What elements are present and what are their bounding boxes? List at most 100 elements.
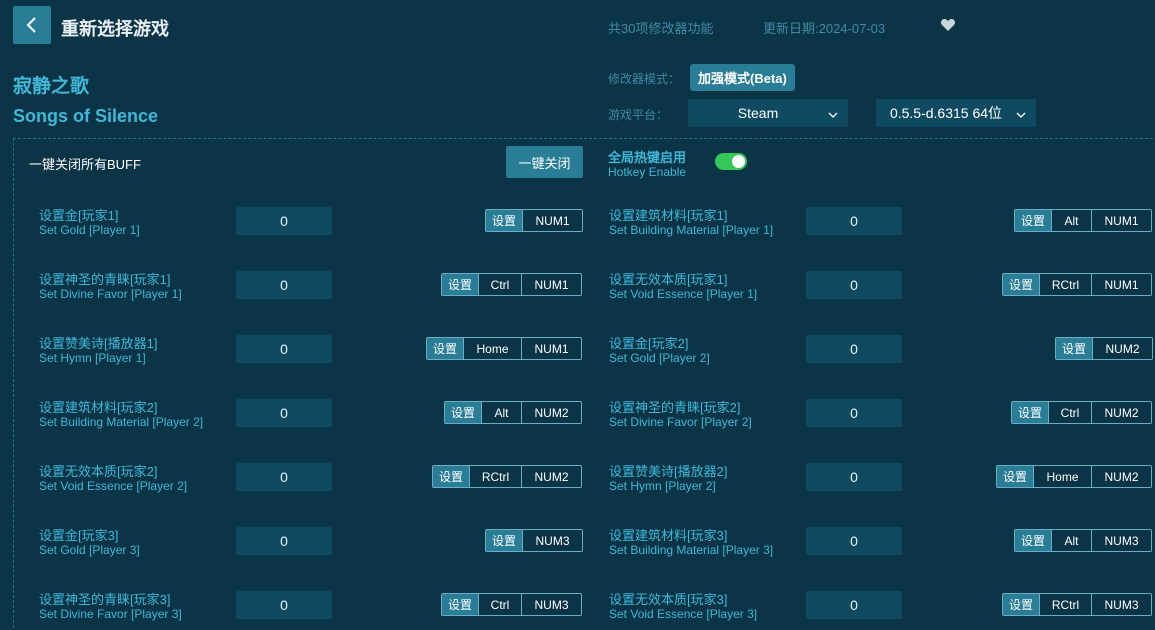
hotkey-key[interactable]: NUM1 — [521, 274, 582, 295]
hotkey-key[interactable]: NUM3 — [1091, 530, 1152, 551]
cheat-label-cn: 设置建筑材料[玩家2] — [39, 400, 158, 415]
cheat-label-en: Set Hymn [Player 2] — [609, 479, 716, 493]
value-input[interactable] — [236, 527, 332, 555]
platform-value: Steam — [737, 105, 779, 121]
hotkey-key[interactable]: NUM2 — [521, 466, 582, 487]
hotkey-group: 设置 RCtrl NUM1 — [1002, 273, 1153, 296]
cheat-row: 设置无效本质[玩家2]Set Void Essence [Player 2] 设置… — [39, 461, 584, 501]
cheat-label-cn: 设置神圣的青睐[玩家2] — [609, 400, 741, 415]
set-hotkey-button[interactable]: 设置 — [1015, 530, 1052, 551]
cheat-row: 设置神圣的青睐[玩家1]Set Divine Favor [Player 1] 设… — [39, 269, 584, 309]
value-input[interactable] — [236, 335, 332, 363]
value-input[interactable] — [236, 399, 332, 427]
hotkey-group: 设置 Alt NUM1 — [1014, 209, 1153, 232]
hotkey-key[interactable]: Home — [1033, 466, 1092, 487]
platform-select[interactable]: Steam — [688, 99, 848, 127]
chevron-down-icon — [828, 112, 838, 118]
hotkey-key[interactable]: Ctrl — [1048, 402, 1092, 423]
hotkey-group: 设置 NUM3 — [485, 529, 584, 552]
value-input[interactable] — [236, 591, 332, 619]
set-hotkey-button[interactable]: 设置 — [427, 338, 464, 359]
value-input[interactable] — [806, 399, 902, 427]
cheat-row: 设置神圣的青睐[玩家2]Set Divine Favor [Player 2] 设… — [609, 397, 1154, 437]
cheat-row: 设置金[玩家3]Set Gold [Player 3] 设置NUM3 — [39, 525, 584, 565]
hotkey-key[interactable]: NUM2 — [1092, 338, 1153, 359]
hotkey-toggle[interactable] — [715, 153, 747, 170]
hotkey-key[interactable]: RCtrl — [1039, 594, 1092, 615]
version-select[interactable]: 0.5.5-d.6315 64位 — [876, 99, 1036, 127]
value-input[interactable] — [806, 207, 902, 235]
cheat-label-en: Set Building Material [Player 2] — [39, 415, 204, 429]
hotkey-group: 设置 Ctrl NUM1 — [441, 273, 583, 296]
value-input[interactable] — [806, 463, 902, 491]
cheat-row: 设置金[玩家2]Set Gold [Player 2] 设置NUM2 — [609, 333, 1154, 373]
page-title: 重新选择游戏 — [61, 19, 169, 39]
hotkey-group: 设置 Ctrl NUM2 — [1011, 401, 1153, 424]
hotkey-key[interactable]: NUM2 — [1091, 466, 1152, 487]
hotkey-group: 设置 NUM1 — [485, 209, 584, 232]
cheat-label-en: Set Divine Favor [Player 3] — [39, 607, 182, 621]
hotkey-key[interactable]: NUM2 — [1091, 402, 1152, 423]
cheat-row: 设置建筑材料[玩家3] Set Building Material [Player… — [609, 525, 1154, 565]
cheat-label-cn: 设置无效本质[玩家2] — [39, 464, 158, 479]
set-hotkey-button[interactable]: 设置 — [1015, 210, 1052, 231]
chevron-left-icon — [26, 17, 36, 33]
hotkey-group: 设置 Home NUM2 — [996, 465, 1153, 488]
cheat-row: 设置金[玩家1]Set Gold [Player 1] 设置NUM1 — [39, 205, 584, 245]
hotkey-key[interactable]: Ctrl — [478, 274, 522, 295]
hotkey-key[interactable]: RCtrl — [469, 466, 522, 487]
cheat-row: 设置无效本质[玩家3]Set Void Essence [Player 3] 设置… — [609, 589, 1154, 629]
cheat-label-cn: 设置赞美诗[播放器2] — [609, 464, 728, 479]
value-input[interactable] — [806, 591, 902, 619]
hotkey-key[interactable]: Alt — [481, 402, 522, 423]
hotkey-key[interactable]: NUM1 — [1091, 210, 1152, 231]
hotkey-key[interactable]: NUM3 — [521, 594, 582, 615]
hotkey-key[interactable]: NUM3 — [1091, 594, 1152, 615]
all-off-button[interactable]: 一键关闭 — [506, 146, 583, 178]
cheat-row: 设置建筑材料[玩家2] Set Building Material [Player… — [39, 397, 584, 437]
set-hotkey-button[interactable]: 设置 — [442, 594, 479, 615]
set-hotkey-button[interactable]: 设置 — [1003, 274, 1040, 295]
set-hotkey-button[interactable]: 设置 — [442, 274, 479, 295]
set-hotkey-button[interactable]: 设置 — [1003, 594, 1040, 615]
value-input[interactable] — [236, 207, 332, 235]
value-input[interactable] — [806, 335, 902, 363]
hotkey-key[interactable]: NUM1 — [522, 210, 583, 231]
hotkey-group: 设置 NUM2 — [1055, 337, 1154, 360]
hotkey-key[interactable]: Home — [463, 338, 522, 359]
cheat-label-en: Set Void Essence [Player 1] — [609, 287, 758, 301]
cheat-label-cn: 设置无效本质[玩家3] — [609, 592, 728, 607]
cheat-label-cn: 设置建筑材料[玩家1] — [609, 208, 728, 223]
set-hotkey-button[interactable]: 设置 — [486, 210, 523, 231]
hotkey-key[interactable]: NUM2 — [521, 402, 582, 423]
set-hotkey-button[interactable]: 设置 — [486, 530, 523, 551]
hotkey-group: 设置 Ctrl NUM3 — [441, 593, 583, 616]
set-hotkey-button[interactable]: 设置 — [445, 402, 482, 423]
set-hotkey-button[interactable]: 设置 — [997, 466, 1034, 487]
cheat-label-en: Set Building Material [Player 3] — [609, 543, 774, 557]
value-input[interactable] — [806, 271, 902, 299]
hotkey-key[interactable]: NUM1 — [1091, 274, 1152, 295]
hotkey-key[interactable]: NUM1 — [521, 338, 582, 359]
mode-badge[interactable]: 加强模式(Beta) — [690, 64, 795, 91]
version-value: 0.5.5-d.6315 64位 — [889, 105, 1003, 121]
cheat-row: 设置赞美诗[播放器2]Set Hymn [Player 2] 设置HomeNUM2 — [609, 461, 1154, 501]
header-bar: 重新选择游戏 共30项修改器功能 更新日期:2024-07-03 — [0, 0, 1155, 52]
hotkey-key[interactable]: NUM3 — [522, 530, 583, 551]
set-hotkey-button[interactable]: 设置 — [1056, 338, 1093, 359]
back-button[interactable] — [13, 6, 51, 44]
set-hotkey-button[interactable]: 设置 — [433, 466, 470, 487]
hotkey-key[interactable]: Alt — [1051, 210, 1092, 231]
hotkey-key[interactable]: Ctrl — [478, 594, 522, 615]
value-input[interactable] — [236, 271, 332, 299]
value-input[interactable] — [806, 527, 902, 555]
update-date: 更新日期:2024-07-03 — [763, 21, 886, 36]
cheat-label-en: Set Void Essence [Player 3] — [609, 607, 758, 621]
hotkey-key[interactable]: RCtrl — [1039, 274, 1092, 295]
value-input[interactable] — [236, 463, 332, 491]
hotkey-key[interactable]: Alt — [1051, 530, 1092, 551]
toggle-knob — [732, 155, 745, 168]
heart-icon[interactable] — [940, 17, 956, 33]
hotkey-group: 设置 Home NUM1 — [426, 337, 583, 360]
set-hotkey-button[interactable]: 设置 — [1012, 402, 1049, 423]
